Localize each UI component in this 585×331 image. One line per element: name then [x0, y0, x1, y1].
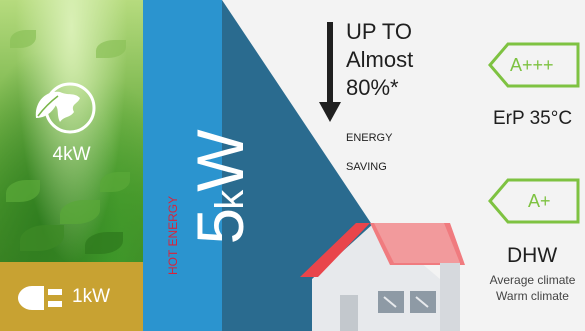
saving-line-1: UP TO	[346, 19, 413, 44]
saving-line-2: Almost	[346, 47, 414, 72]
arrow-down-icon	[319, 22, 341, 122]
grid-power-value: 1kW	[72, 286, 110, 307]
climate-warm: Warm climate	[496, 289, 569, 303]
dhw-label: DHW	[507, 244, 558, 267]
eco-power-value: 4kW	[52, 144, 91, 165]
plug-icon	[18, 286, 62, 310]
climate-labels: Average climate Warm climate	[480, 272, 585, 304]
total-power-number: 5	[183, 209, 257, 245]
house-icon	[300, 223, 465, 331]
hot-energy-label: HOT ENERGY	[166, 195, 180, 275]
energy-infographic: 4kW 1kW 5kW HOT ENERGY UP TO Almost 80%*…	[0, 0, 585, 331]
climate-average: Average climate	[489, 273, 576, 287]
saving-line-4: ENERGY	[346, 132, 393, 144]
erp-temperature-label: ErP 35°C	[493, 108, 573, 129]
total-power-unit: W	[183, 131, 257, 192]
dhw-rating-text: A+	[528, 191, 551, 211]
total-power-value: 5kW	[182, 98, 258, 278]
total-power-prefix: k	[208, 191, 252, 210]
erp-rating-text: A+++	[510, 55, 554, 75]
globe-leaf-icon	[35, 82, 96, 134]
saving-line-3: 80%*	[346, 75, 399, 100]
saving-line-5: SAVING	[346, 161, 387, 173]
saving-headline: UP TO Almost 80%*	[346, 18, 413, 102]
saving-caption: ENERGY SAVING	[346, 124, 392, 182]
